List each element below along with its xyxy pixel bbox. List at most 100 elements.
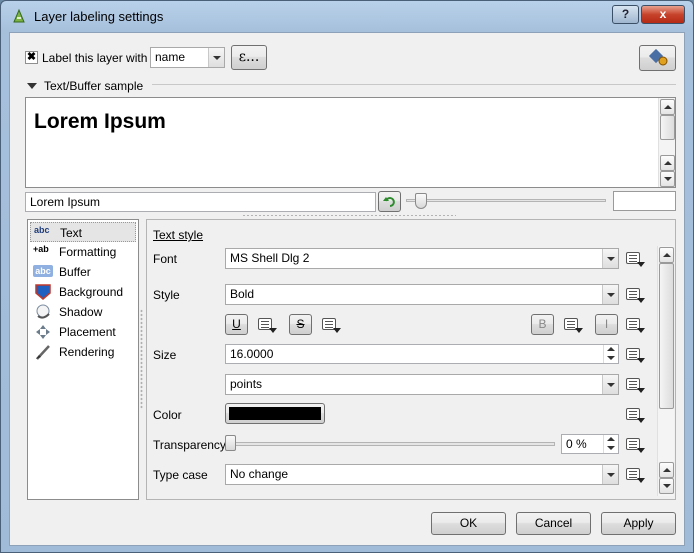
- color-label: Color: [153, 408, 182, 422]
- title-bar[interactable]: Layer labeling settings ? x: [1, 1, 693, 31]
- scroll-up-icon[interactable]: [659, 247, 674, 263]
- cancel-button[interactable]: Cancel: [516, 512, 591, 535]
- size-spinbox[interactable]: 16.0000: [225, 344, 619, 364]
- qgis-icon: [13, 8, 25, 23]
- scroll-up-icon[interactable]: [659, 462, 674, 478]
- placement-icon: [36, 325, 50, 339]
- sample-preview-text: Lorem Ipsum: [34, 110, 166, 133]
- panel-scrollbar[interactable]: [657, 246, 674, 496]
- size-label: Size: [153, 348, 177, 362]
- labeling-gear-icon: [648, 48, 667, 66]
- spin-arrows-icon[interactable]: [603, 435, 618, 453]
- transparency-slider[interactable]: [235, 442, 555, 446]
- sidebar-item-rendering[interactable]: Rendering: [30, 342, 136, 362]
- scroll-up-icon[interactable]: [660, 99, 675, 115]
- sidebar-item-buffer[interactable]: abc Buffer: [30, 262, 136, 282]
- dialog-body: ✖ Label this layer with name ε... Text/B…: [9, 32, 685, 546]
- sample-preview: Lorem Ipsum: [25, 97, 676, 188]
- text-abc-icon: abc: [34, 225, 50, 235]
- type-case-value: No change: [230, 467, 289, 481]
- label-field-select[interactable]: name: [150, 47, 225, 68]
- dialog-window: Layer labeling settings ? x ✖ Label this…: [0, 0, 694, 553]
- transparency-spinbox[interactable]: 0 %: [561, 434, 619, 454]
- chevron-down-icon: [602, 465, 618, 484]
- data-defined-underline-icon[interactable]: [257, 316, 279, 334]
- color-button[interactable]: [225, 403, 325, 424]
- sidebar-item-label: Placement: [59, 325, 116, 339]
- sample-text-input[interactable]: Lorem Ipsum: [25, 192, 376, 212]
- data-defined-color-icon[interactable]: [625, 406, 647, 424]
- reset-sample-button[interactable]: [378, 191, 401, 212]
- label-layer-checkbox[interactable]: ✖: [25, 51, 38, 64]
- font-value: MS Shell Dlg 2: [230, 251, 310, 265]
- ok-button[interactable]: OK: [431, 512, 506, 535]
- underline-button[interactable]: U: [225, 314, 248, 335]
- data-defined-typecase-icon[interactable]: [625, 466, 647, 484]
- data-defined-italic-icon[interactable]: [625, 316, 647, 334]
- size-unit-value: points: [230, 377, 263, 391]
- color-swatch: [229, 407, 321, 420]
- data-defined-transparency-icon[interactable]: [625, 436, 647, 454]
- sidebar-item-formatting[interactable]: +ab Formatting: [30, 242, 136, 262]
- sidebar-item-label: Rendering: [59, 345, 115, 359]
- style-select[interactable]: Bold: [225, 284, 619, 305]
- collapse-triangle-icon[interactable]: [27, 83, 37, 89]
- data-defined-font-icon[interactable]: [625, 250, 647, 268]
- size-unit-select[interactable]: points: [225, 374, 619, 395]
- data-defined-size-icon[interactable]: [625, 346, 647, 364]
- scroll-down-icon[interactable]: [659, 478, 674, 494]
- splitter-handle[interactable]: [242, 214, 456, 217]
- style-value: Bold: [230, 287, 255, 301]
- edit-rules-button[interactable]: [639, 45, 676, 71]
- type-case-label: Type case: [153, 468, 208, 482]
- sidebar-item-text[interactable]: abc Text: [30, 222, 136, 242]
- sidebar-item-background[interactable]: Background: [30, 282, 136, 302]
- vertical-splitter[interactable]: [140, 309, 143, 409]
- transparency-value: 0 %: [566, 437, 587, 451]
- font-select[interactable]: MS Shell Dlg 2: [225, 248, 619, 269]
- transparency-slider-handle[interactable]: [225, 435, 236, 451]
- help-button[interactable]: ?: [612, 5, 639, 24]
- section-divider: [152, 84, 676, 85]
- shadow-icon: [36, 304, 50, 319]
- data-defined-bold-icon[interactable]: [563, 316, 585, 334]
- spin-arrows-icon[interactable]: [603, 345, 618, 363]
- italic-button[interactable]: I: [595, 314, 618, 335]
- formatting-icon: +ab: [33, 244, 49, 254]
- apply-button[interactable]: Apply: [601, 512, 676, 535]
- label-field-value: name: [155, 50, 186, 64]
- data-defined-unit-icon[interactable]: [625, 376, 647, 394]
- background-icon: [35, 284, 51, 300]
- undo-arrow-icon: [382, 197, 395, 207]
- data-defined-strikeout-icon[interactable]: [321, 316, 343, 334]
- expression-button[interactable]: ε...: [231, 45, 267, 70]
- scroll-up-icon[interactable]: [660, 155, 675, 171]
- sidebar-item-label: Text: [60, 226, 83, 240]
- settings-sidebar: abc Text +ab Formatting abc Buffer Backg…: [27, 219, 139, 500]
- background-color-slider[interactable]: [406, 199, 606, 202]
- scroll-down-icon[interactable]: [660, 171, 675, 187]
- scroll-thumb[interactable]: [659, 263, 674, 409]
- close-button[interactable]: x: [641, 5, 685, 24]
- sample-header: Text/Buffer sample: [44, 79, 144, 93]
- type-case-select[interactable]: No change: [225, 464, 619, 485]
- preview-background-color[interactable]: [613, 191, 676, 211]
- chevron-down-icon: [602, 249, 618, 268]
- sidebar-item-label: Formatting: [59, 245, 117, 259]
- chevron-down-icon: [208, 48, 224, 67]
- chevron-down-icon: [602, 375, 618, 394]
- sidebar-item-placement[interactable]: Placement: [30, 322, 136, 342]
- scroll-thumb[interactable]: [660, 115, 675, 140]
- strikeout-button[interactable]: S: [289, 314, 312, 335]
- preview-scrollbar[interactable]: [658, 98, 675, 187]
- window-title: Layer labeling settings: [34, 9, 164, 24]
- sidebar-item-label: Buffer: [59, 265, 91, 279]
- style-label: Style: [153, 288, 180, 302]
- slider-handle[interactable]: [415, 193, 427, 209]
- sidebar-item-label: Background: [59, 285, 124, 299]
- sidebar-item-shadow[interactable]: Shadow: [30, 302, 136, 322]
- data-defined-style-icon[interactable]: [625, 286, 647, 304]
- rendering-icon: [36, 345, 50, 360]
- bold-button[interactable]: B: [531, 314, 554, 335]
- text-style-panel: Text style Font MS Shell Dlg 2 Style Bol…: [146, 219, 676, 500]
